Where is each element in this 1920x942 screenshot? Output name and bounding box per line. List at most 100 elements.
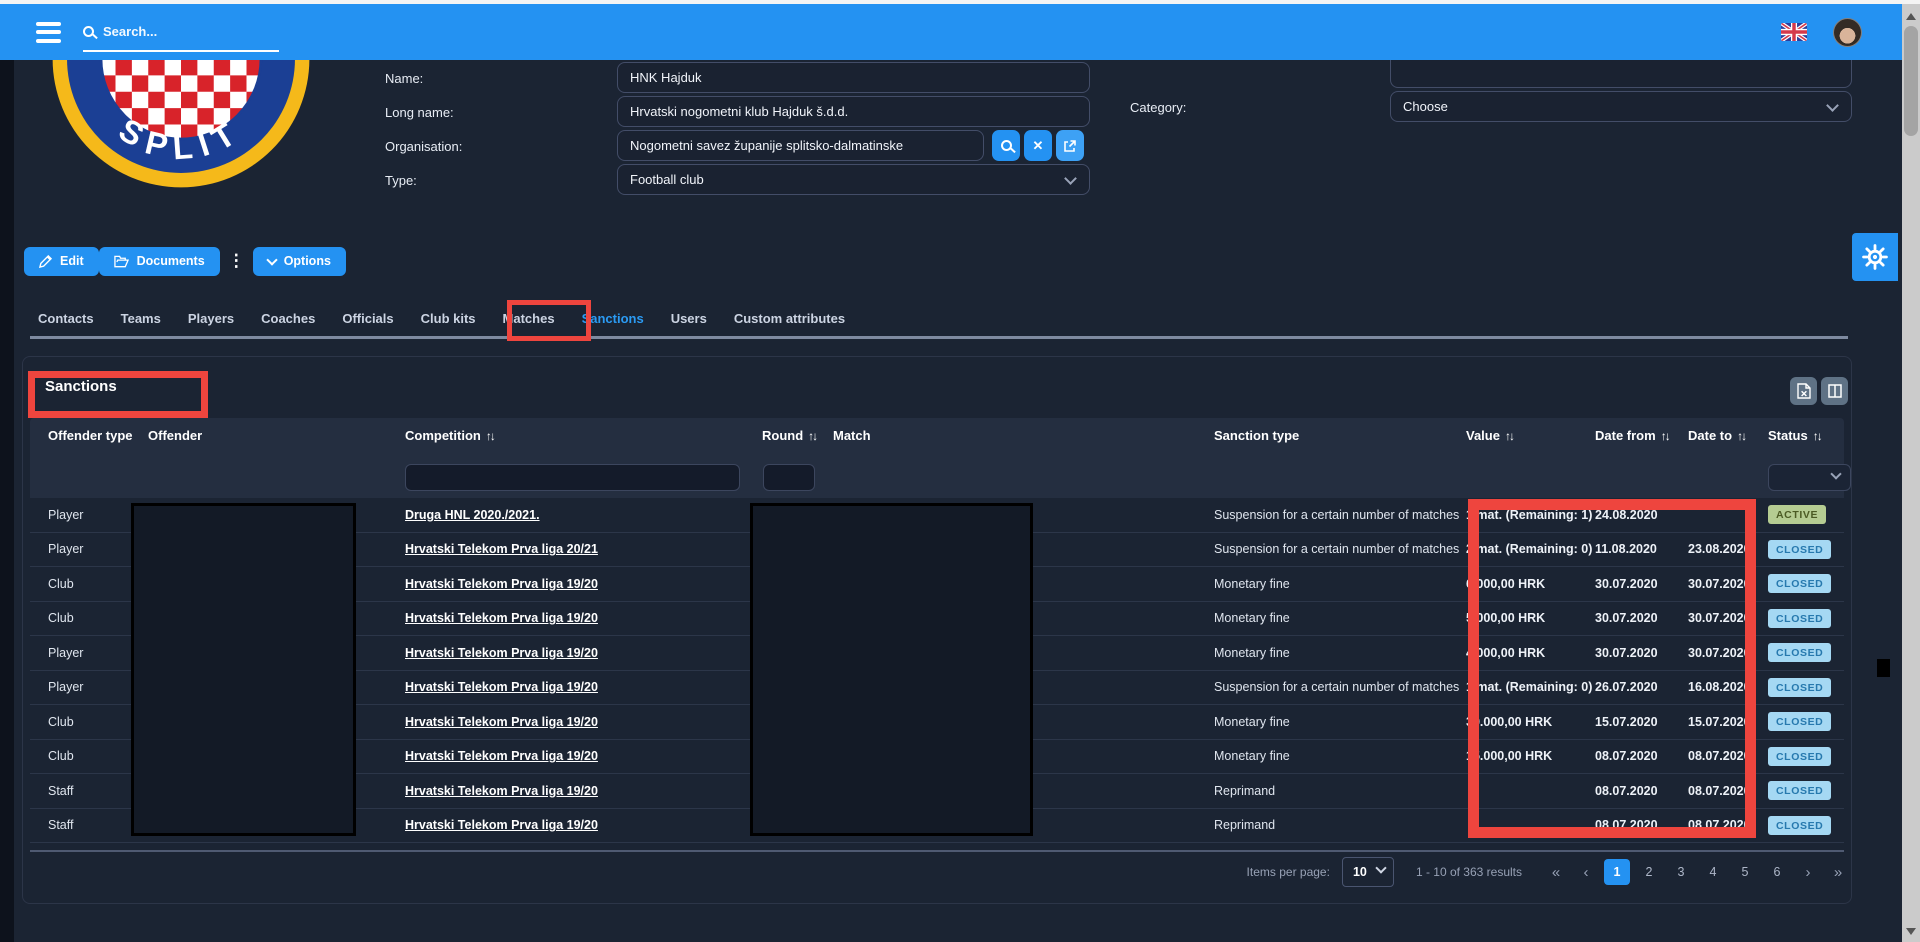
sanction-type-cell: Reprimand	[1214, 818, 1466, 832]
sort-icon[interactable]	[486, 429, 494, 443]
documents-button[interactable]: Documents	[99, 247, 220, 276]
long-name-input[interactable]	[617, 96, 1090, 127]
first-page-button[interactable]: «	[1544, 859, 1568, 885]
options-button[interactable]: Options	[253, 247, 346, 276]
competition-link[interactable]: Hrvatski Telekom Prva liga 19/20	[405, 715, 598, 729]
competition-filter-input[interactable]	[405, 464, 740, 491]
sanction-type-cell: Monetary fine	[1214, 611, 1466, 625]
tab-label: Custom attributes	[734, 311, 845, 326]
col-match: Match	[833, 428, 1214, 443]
page-number[interactable]: 1	[1604, 859, 1630, 885]
status-filter-select[interactable]	[1768, 464, 1851, 491]
status-badge: CLOSED	[1768, 574, 1831, 593]
page-number[interactable]: 2	[1636, 859, 1662, 885]
organisation-label: Organisation:	[385, 139, 462, 154]
tab-item[interactable]: Teams	[121, 311, 161, 326]
tab-label: Coaches	[261, 311, 315, 326]
items-per-page-select[interactable]: 10	[1342, 857, 1394, 887]
last-page-button[interactable]: »	[1826, 859, 1850, 885]
competition-link[interactable]: Hrvatski Telekom Prva liga 19/20	[405, 784, 598, 798]
competition-link[interactable]: Hrvatski Telekom Prva liga 19/20	[405, 680, 598, 694]
competition-link[interactable]: Hrvatski Telekom Prva liga 19/20	[405, 818, 598, 832]
redaction-artifact	[1877, 659, 1890, 677]
tab-label: Players	[188, 311, 234, 326]
sort-icon[interactable]	[1505, 429, 1513, 443]
edit-button-label: Edit	[60, 254, 84, 268]
results-count: 1 - 10 of 363 results	[1416, 865, 1522, 879]
col-value[interactable]: Value	[1466, 428, 1595, 443]
chevron-down-icon	[1830, 468, 1841, 479]
close-icon: ✕	[1033, 138, 1044, 154]
tab-divider	[30, 336, 1848, 339]
prev-page-button[interactable]: ‹	[1574, 859, 1598, 885]
file-export-icon	[1797, 383, 1811, 399]
organisation-clear-button[interactable]: ✕	[1024, 130, 1052, 161]
tab-item[interactable]: Custom attributes	[734, 311, 845, 326]
columns-icon	[1828, 384, 1842, 398]
status-badge: CLOSED	[1768, 609, 1831, 628]
tab-item[interactable]: Officials	[342, 311, 393, 326]
organisation-input[interactable]	[617, 130, 984, 161]
next-page-button[interactable]: ›	[1796, 859, 1820, 885]
annotation-box-sanctions-title	[28, 371, 208, 418]
status-badge: CLOSED	[1768, 816, 1831, 835]
page-number[interactable]: 3	[1668, 859, 1694, 885]
page-root: HAJDUK SPLIT Name: Long name: Organisati…	[0, 0, 1920, 942]
organisation-search-button[interactable]	[992, 130, 1020, 161]
organisation-open-button[interactable]	[1056, 130, 1084, 161]
col-round[interactable]: Round	[762, 428, 833, 443]
search-input[interactable]	[103, 24, 253, 39]
scrollbar-up-arrow[interactable]	[1902, 8, 1920, 25]
competition-link[interactable]: Hrvatski Telekom Prva liga 20/21	[405, 542, 598, 556]
sort-icon[interactable]	[1661, 429, 1669, 443]
sort-icon[interactable]	[1813, 429, 1821, 443]
user-avatar[interactable]	[1833, 18, 1862, 47]
documents-button-label: Documents	[137, 254, 205, 268]
name-input[interactable]	[617, 62, 1090, 93]
competition-link[interactable]: Hrvatski Telekom Prva liga 19/20	[405, 577, 598, 591]
scrollbar-thumb[interactable]	[1904, 26, 1918, 136]
tab-item[interactable]: Players	[188, 311, 234, 326]
page-number[interactable]: 4	[1700, 859, 1726, 885]
tab-item[interactable]: Club kits	[421, 311, 476, 326]
hamburger-menu-icon[interactable]	[36, 22, 61, 43]
tab-item[interactable]: Contacts	[38, 311, 94, 326]
col-status[interactable]: Status	[1768, 428, 1850, 443]
gear-icon	[1861, 243, 1889, 271]
tab-item[interactable]: Coaches	[261, 311, 315, 326]
round-filter-input[interactable]	[763, 464, 815, 491]
name-label: Name:	[385, 71, 423, 86]
export-file-button[interactable]	[1790, 377, 1817, 405]
col-sanction-type: Sanction type	[1214, 428, 1466, 443]
settings-gear-button[interactable]	[1852, 233, 1898, 281]
sort-icon[interactable]	[1737, 429, 1745, 443]
competition-link[interactable]: Druga HNL 2020./2021.	[405, 508, 540, 522]
edit-button[interactable]: Edit	[24, 247, 99, 276]
competition-link[interactable]: Hrvatski Telekom Prva liga 19/20	[405, 646, 598, 660]
more-menu-icon[interactable]: ⋮	[228, 251, 245, 271]
competition-link[interactable]: Hrvatski Telekom Prva liga 19/20	[405, 749, 598, 763]
sanction-type-cell: Suspension for a certain number of match…	[1214, 508, 1466, 522]
language-flag-icon[interactable]	[1781, 23, 1807, 41]
col-date-to[interactable]: Date to	[1688, 428, 1768, 443]
type-select[interactable]: Football club	[617, 164, 1090, 195]
page-number[interactable]: 5	[1732, 859, 1758, 885]
table-footer-line	[30, 850, 1844, 852]
page-number[interactable]: 6	[1764, 859, 1790, 885]
search-icon	[1001, 140, 1012, 151]
col-competition[interactable]: Competition	[405, 428, 762, 443]
columns-toggle-button[interactable]	[1821, 377, 1848, 405]
pencil-icon	[39, 255, 52, 268]
tab-item[interactable]: Users	[671, 311, 707, 326]
table-actions	[1790, 377, 1848, 405]
pagination: Items per page: 10 1 - 10 of 363 results…	[1247, 855, 1850, 889]
page-scrollbar[interactable]	[1902, 4, 1920, 942]
col-date-from[interactable]: Date from	[1595, 428, 1688, 443]
competition-link[interactable]: Hrvatski Telekom Prva liga 19/20	[405, 611, 598, 625]
page-numbers: 123456	[1604, 859, 1790, 885]
category-select[interactable]: Choose	[1390, 91, 1852, 122]
sort-icon[interactable]	[808, 429, 816, 443]
chevron-down-icon	[1064, 172, 1077, 185]
scrollbar-down-arrow[interactable]	[1902, 923, 1920, 940]
search-icon	[83, 26, 94, 37]
